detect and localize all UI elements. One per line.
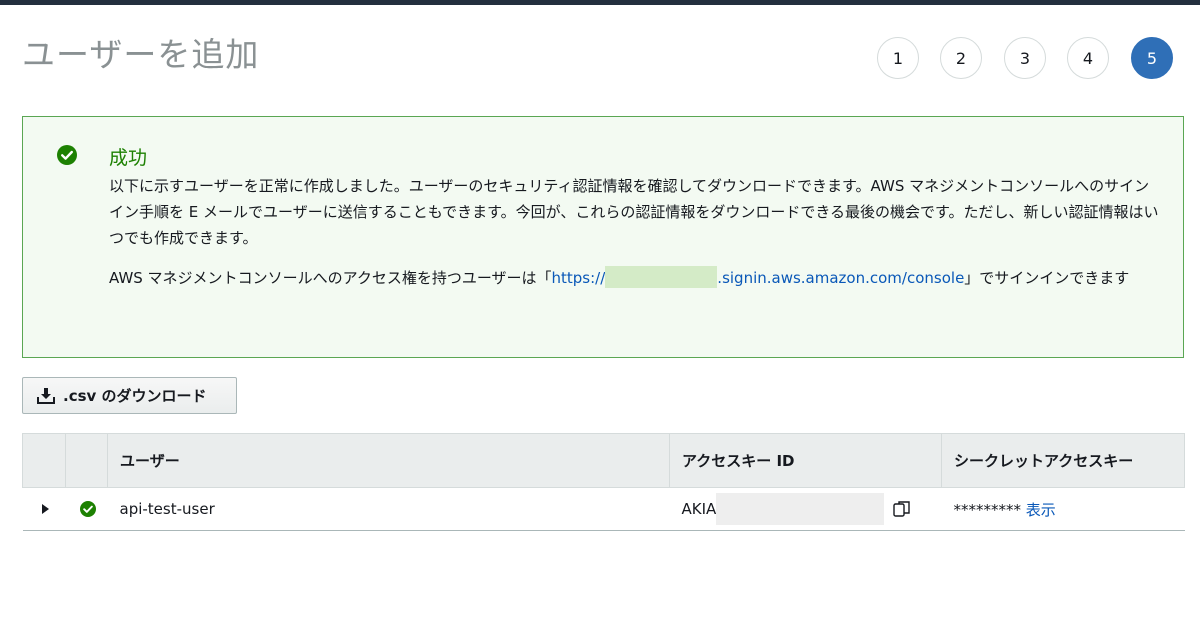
redacted-access-key <box>716 493 885 525</box>
wizard-steps: 1 2 3 4 5 <box>0 37 1200 81</box>
secret-key-column-header: シークレットアクセスキー <box>941 433 1185 488</box>
table-header-row: ユーザー アクセスキー ID シークレットアクセスキー <box>22 433 1185 488</box>
top-nav-bar <box>0 0 1200 5</box>
success-check-icon <box>79 501 96 517</box>
success-alert: 成功 以下に示すユーザーを正常に作成しました。ユーザーのセキュリティ認証情報を確… <box>22 116 1184 358</box>
alert-message: 以下に示すユーザーを正常に作成しました。ユーザーのセキュリティ認証情報を確認して… <box>109 177 1159 247</box>
copy-icon[interactable] <box>892 499 912 519</box>
step-1[interactable]: 1 <box>877 37 919 79</box>
caret-right-icon[interactable] <box>41 504 49 514</box>
step-2[interactable]: 2 <box>940 37 982 79</box>
expand-column-header <box>22 433 66 488</box>
download-csv-label: .csv のダウンロード <box>63 387 207 405</box>
show-secret-link[interactable]: 表示 <box>1026 501 1056 519</box>
download-csv-button[interactable]: .csv のダウンロード <box>22 377 237 414</box>
secret-key-cell: ********* 表示 <box>941 487 1185 531</box>
table-row: api-test-user AKIA ********* 表示 <box>22 487 1185 531</box>
user-column-header: ユーザー <box>107 433 670 488</box>
console-signin-link[interactable]: https://.signin.aws.amazon.com/console <box>552 266 964 288</box>
access-key-prefix: AKIA <box>681 500 717 518</box>
step-5-current[interactable]: 5 <box>1131 37 1173 79</box>
user-name-cell: api-test-user <box>107 487 670 531</box>
status-cell <box>65 487 108 531</box>
expand-cell[interactable] <box>22 487 66 531</box>
alert-title: 成功 <box>109 147 148 169</box>
status-column-header <box>65 433 108 488</box>
users-table: ユーザー アクセスキー ID シークレットアクセスキー api-test-use… <box>22 433 1185 531</box>
console-suffix: 」でサインインできます <box>964 269 1130 287</box>
console-prefix: AWS マネジメントコンソールへのアクセス権を持つユーザーは「 <box>109 269 552 287</box>
step-3[interactable]: 3 <box>1004 37 1046 79</box>
alert-body: 以下に示すユーザーを正常に作成しました。ユーザーのセキュリティ認証情報を確認して… <box>109 173 1159 291</box>
access-key-id-cell: AKIA <box>669 487 942 531</box>
secret-key-masked: ********* <box>953 500 1022 519</box>
download-icon <box>37 387 55 404</box>
access-key-id-column-header: アクセスキー ID <box>669 433 942 488</box>
step-4[interactable]: 4 <box>1067 37 1109 79</box>
redacted-account-id <box>605 266 718 288</box>
console-signin-info: AWS マネジメントコンソールへのアクセス権を持つユーザーは「https://.… <box>109 265 1159 291</box>
success-check-icon <box>57 145 77 165</box>
